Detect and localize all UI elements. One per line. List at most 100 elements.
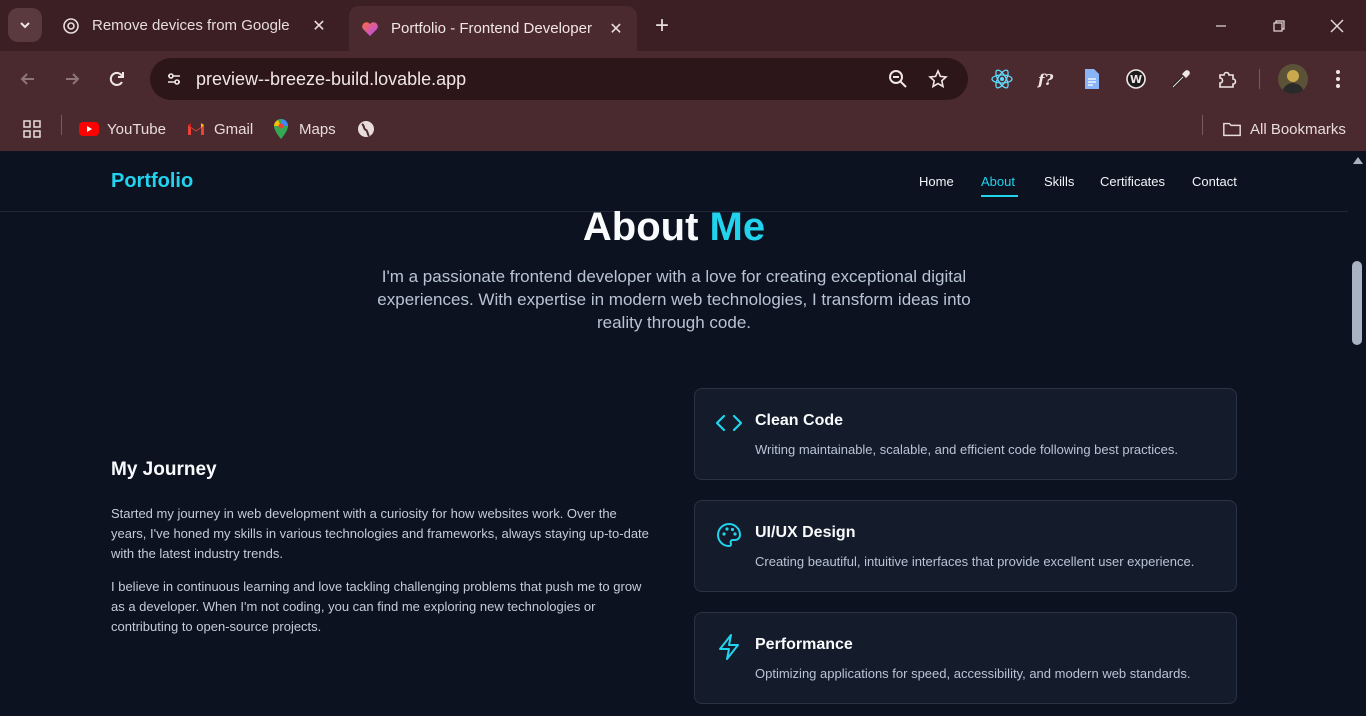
site-info-button[interactable] bbox=[158, 63, 190, 95]
tab-strip: Remove devices from Google ✕ Portfolio -… bbox=[0, 0, 1366, 51]
wappalyzer-extension[interactable]: W bbox=[1122, 65, 1150, 93]
all-bookmarks-button[interactable]: All Bookmarks bbox=[1222, 116, 1346, 142]
document-icon bbox=[1085, 69, 1099, 89]
close-icon[interactable]: ✕ bbox=[607, 20, 625, 38]
tune-icon bbox=[168, 73, 180, 85]
minimize-button[interactable] bbox=[1192, 0, 1250, 51]
window-close-button[interactable] bbox=[1308, 0, 1366, 51]
chevron-down-icon bbox=[20, 22, 30, 29]
svg-text:W: W bbox=[1130, 73, 1142, 86]
card-title: UI/UX Design bbox=[755, 524, 856, 541]
w-circle-icon: W bbox=[1126, 69, 1146, 89]
globe-icon bbox=[358, 121, 374, 137]
bookmark-youtube[interactable]: YouTube bbox=[79, 116, 166, 142]
browser-menu-button[interactable] bbox=[1324, 65, 1352, 93]
star-icon bbox=[928, 69, 948, 89]
zoom-out-icon bbox=[889, 70, 907, 88]
nav-contact[interactable]: Contact bbox=[1192, 174, 1237, 189]
openai-icon bbox=[62, 17, 80, 35]
page-scrollbar[interactable] bbox=[1348, 151, 1366, 716]
tab-title: Portfolio - Frontend Developer bbox=[391, 20, 592, 37]
nav-certificates[interactable]: Certificates bbox=[1100, 174, 1165, 189]
folder-icon bbox=[1222, 119, 1242, 139]
nav-about[interactable]: About bbox=[981, 174, 1015, 189]
bookmark-gmail[interactable]: Gmail bbox=[186, 116, 253, 142]
feature-card-clean-code: Clean Code Writing maintainable, scalabl… bbox=[694, 388, 1237, 480]
docs-extension[interactable] bbox=[1078, 65, 1106, 93]
journey-paragraph-2: I believe in continuous learning and lov… bbox=[111, 579, 642, 634]
new-tab-button[interactable]: + bbox=[648, 12, 676, 40]
tab-title: Remove devices from Google bbox=[92, 17, 290, 34]
back-button[interactable] bbox=[12, 63, 44, 95]
bookmarks-divider bbox=[1202, 115, 1203, 135]
bookmarks-divider bbox=[61, 115, 62, 135]
code-icon bbox=[715, 409, 743, 437]
page-viewport: Portfolio Home About Skills Certificates… bbox=[0, 151, 1348, 716]
eyedropper-icon bbox=[1171, 70, 1190, 89]
restore-button[interactable] bbox=[1250, 0, 1308, 51]
close-icon[interactable]: ✕ bbox=[310, 17, 328, 35]
kebab-menu-icon bbox=[1336, 70, 1340, 88]
scroll-thumb[interactable] bbox=[1352, 261, 1362, 345]
card-title: Clean Code bbox=[755, 412, 844, 429]
browser-toolbar: preview--breeze-build.lovable.app f? W bbox=[0, 51, 1366, 107]
site-logo[interactable]: Portfolio bbox=[111, 170, 193, 193]
tab-search-button[interactable] bbox=[8, 8, 42, 42]
bookmark-label: YouTube bbox=[107, 120, 166, 138]
palette-icon bbox=[715, 521, 743, 549]
extensions-button[interactable] bbox=[1213, 65, 1241, 93]
profile-avatar[interactable] bbox=[1278, 64, 1308, 94]
feature-card-performance: Performance Optimizing applications for … bbox=[694, 612, 1237, 704]
active-nav-indicator bbox=[981, 195, 1018, 197]
bookmark-maps[interactable]: Maps bbox=[271, 116, 336, 142]
arrow-right-icon bbox=[66, 73, 80, 85]
youtube-icon bbox=[79, 119, 99, 139]
zoom-button[interactable] bbox=[886, 67, 910, 91]
reload-button[interactable] bbox=[101, 63, 133, 95]
color-picker-extension[interactable] bbox=[1167, 65, 1195, 93]
card-description: Creating beautiful, intuitive interfaces… bbox=[755, 554, 1195, 569]
minimize-icon bbox=[1216, 24, 1226, 27]
card-title: Performance bbox=[755, 636, 853, 653]
about-intro: I'm a passionate frontend developer with… bbox=[377, 267, 971, 332]
scroll-up-arrow-icon[interactable] bbox=[1353, 157, 1363, 164]
react-devtools-extension[interactable] bbox=[988, 65, 1016, 93]
apps-button[interactable] bbox=[22, 116, 42, 142]
reload-icon bbox=[109, 71, 124, 86]
nav-skills[interactable]: Skills bbox=[1044, 174, 1074, 189]
svg-text:f?: f? bbox=[1037, 71, 1053, 89]
bookmarks-bar: YouTube Gmail Maps All Bookmarks bbox=[0, 107, 1366, 151]
nav-home[interactable]: Home bbox=[919, 174, 954, 189]
journey-heading: My Journey bbox=[111, 459, 217, 480]
section-title: About Me bbox=[0, 205, 1348, 250]
url-text: preview--breeze-build.lovable.app bbox=[196, 69, 467, 89]
maps-icon bbox=[271, 119, 291, 139]
bookmark-label: Maps bbox=[299, 120, 336, 138]
bookmark-label: Gmail bbox=[214, 120, 254, 138]
font-question-icon: f? bbox=[1037, 71, 1053, 89]
toolbar-divider bbox=[1259, 69, 1260, 89]
lightning-icon bbox=[715, 633, 743, 661]
forward-button[interactable] bbox=[56, 63, 88, 95]
title-part2: Me bbox=[709, 205, 766, 249]
whatfont-extension[interactable]: f? bbox=[1033, 65, 1061, 93]
react-icon bbox=[991, 69, 1013, 89]
gmail-icon bbox=[186, 119, 206, 139]
browser-chrome: Remove devices from Google ✕ Portfolio -… bbox=[0, 0, 1366, 151]
title-part1: About bbox=[582, 205, 699, 249]
card-description: Optimizing applications for speed, acces… bbox=[755, 666, 1191, 681]
bookmark-globe[interactable] bbox=[356, 116, 376, 142]
address-bar[interactable]: preview--breeze-build.lovable.app bbox=[150, 58, 968, 100]
bookmark-star-button[interactable] bbox=[926, 67, 950, 91]
journey-paragraph-1: Started my journey in web development wi… bbox=[111, 506, 649, 561]
restore-icon bbox=[1273, 19, 1285, 32]
avatar-icon bbox=[1282, 70, 1304, 94]
tab-portfolio[interactable]: Portfolio - Frontend Developer ✕ bbox=[349, 6, 637, 51]
feature-card-uiux: UI/UX Design Creating beautiful, intuiti… bbox=[694, 500, 1237, 592]
close-icon bbox=[1330, 19, 1344, 32]
arrow-left-icon bbox=[20, 73, 34, 85]
tab-remove-devices[interactable]: Remove devices from Google ✕ bbox=[50, 6, 340, 45]
site-navbar: Portfolio Home About Skills Certificates… bbox=[0, 151, 1348, 212]
all-bookmarks-label: All Bookmarks bbox=[1250, 120, 1346, 138]
puzzle-icon bbox=[1219, 71, 1237, 88]
